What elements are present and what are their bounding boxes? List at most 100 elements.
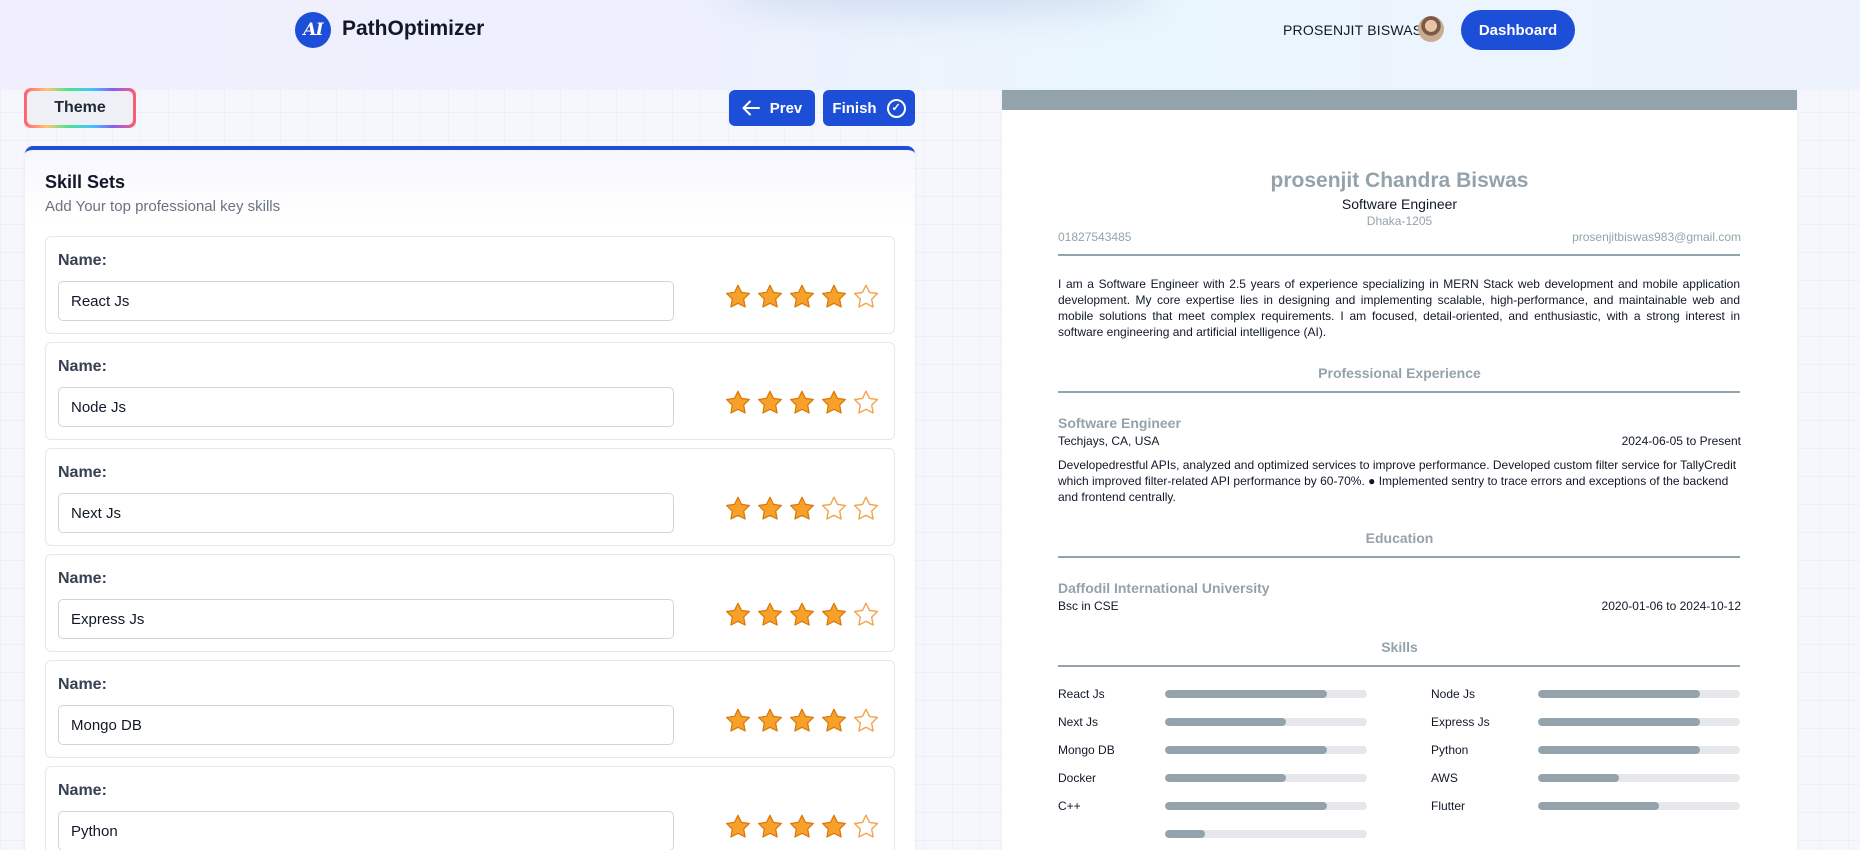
theme-button[interactable]: Theme: [24, 88, 136, 128]
resume-skill-name: Mongo DB: [1058, 743, 1115, 757]
star-filled-icon[interactable]: [724, 283, 752, 311]
education-dates: 2020-01-06 to 2024-10-12: [1601, 599, 1741, 613]
star-filled-icon[interactable]: [756, 813, 784, 841]
experience-company: Techjays, CA, USA: [1058, 434, 1160, 448]
resume-skill-bar-fill: [1538, 690, 1700, 698]
skill-name-label: Name:: [58, 358, 107, 375]
star-filled-icon[interactable]: [788, 601, 816, 629]
star-filled-icon[interactable]: [756, 283, 784, 311]
divider: [1058, 391, 1740, 393]
star-filled-icon[interactable]: [724, 389, 752, 417]
star-filled-icon[interactable]: [756, 601, 784, 629]
star-filled-icon[interactable]: [756, 389, 784, 417]
star-filled-icon[interactable]: [724, 495, 752, 523]
star-empty-icon[interactable]: [852, 601, 880, 629]
resume-skill: Mongo DB: [1058, 743, 1378, 757]
resume-skill: Node Js: [1431, 687, 1751, 701]
resume-skill-bar-fill: [1165, 746, 1327, 754]
user-name: PROSENJIT BISWAS: [1283, 22, 1423, 38]
star-filled-icon[interactable]: [724, 601, 752, 629]
card-title: Skill Sets: [45, 172, 126, 192]
resume-skill-bar: [1538, 690, 1740, 698]
skill-name-input[interactable]: [58, 811, 674, 850]
star-filled-icon[interactable]: [820, 601, 848, 629]
star-filled-icon[interactable]: [820, 283, 848, 311]
star-filled-icon[interactable]: [788, 283, 816, 311]
resume-header-bar: [1002, 90, 1797, 110]
star-rating: [724, 813, 880, 841]
star-filled-icon[interactable]: [724, 707, 752, 735]
resume-skill-name: Docker: [1058, 771, 1097, 785]
divider: [1058, 665, 1740, 667]
prev-button[interactable]: Prev: [729, 90, 815, 126]
education-heading: Education: [1365, 530, 1434, 546]
star-filled-icon[interactable]: [788, 813, 816, 841]
resume-skill-bar: [1538, 718, 1740, 726]
resume-skill-bar: [1165, 774, 1367, 782]
star-filled-icon[interactable]: [756, 495, 784, 523]
resume-skill-bar-fill: [1538, 774, 1619, 782]
skill-item: Name:: [45, 554, 895, 652]
star-filled-icon[interactable]: [724, 813, 752, 841]
star-filled-icon[interactable]: [788, 495, 816, 523]
avatar[interactable]: [1418, 16, 1444, 42]
resume-skill-bar: [1165, 830, 1367, 838]
star-filled-icon[interactable]: [788, 707, 816, 735]
experience-description: Developedrestful APIs, analyzed and opti…: [1058, 458, 1737, 504]
resume-skill: AWS: [1431, 771, 1751, 785]
star-empty-icon[interactable]: [852, 389, 880, 417]
brand-logo-icon[interactable]: AI: [295, 12, 331, 48]
dashboard-button[interactable]: Dashboard: [1461, 10, 1575, 50]
star-filled-icon[interactable]: [820, 813, 848, 841]
brand-name[interactable]: PathOptimizer: [342, 17, 484, 41]
skill-name-label: Name:: [58, 464, 107, 481]
education-degree: Bsc in CSE: [1058, 599, 1119, 613]
resume-skill: C++: [1058, 799, 1378, 813]
star-empty-icon[interactable]: [852, 813, 880, 841]
resume-skill-name: Next Js: [1058, 715, 1099, 729]
resume-skill-bar-fill: [1165, 690, 1327, 698]
skill-name-input[interactable]: [58, 493, 674, 533]
experience-heading: Professional Experience: [1318, 365, 1481, 381]
skill-name-input[interactable]: [58, 387, 674, 427]
resume-skill-bar: [1538, 774, 1740, 782]
resume-skill-bar: [1165, 746, 1367, 754]
resume-skill-bar-fill: [1538, 802, 1660, 810]
finish-button[interactable]: Finish ✓: [823, 90, 915, 126]
skill-name-input[interactable]: [58, 599, 674, 639]
star-empty-icon[interactable]: [820, 495, 848, 523]
resume-skill: Next Js: [1058, 715, 1378, 729]
skill-name-label: Name:: [58, 570, 107, 587]
star-filled-icon[interactable]: [756, 707, 784, 735]
skill-name-label: Name:: [58, 782, 107, 799]
resume-address: Dhaka-1205: [1366, 214, 1433, 228]
skills-heading: Skills: [1381, 639, 1418, 655]
resume-summary: I am a Software Engineer with 2.5 years …: [1058, 277, 1740, 339]
resume-skill-name: AWS: [1431, 771, 1458, 785]
theme-button-label: Theme: [27, 91, 133, 125]
star-filled-icon[interactable]: [788, 389, 816, 417]
resume-skill-name: Python: [1431, 743, 1469, 757]
resume-skill-bar-fill: [1165, 718, 1287, 726]
resume-preview: prosenjit Chandra Biswas Software Engine…: [1002, 90, 1797, 850]
resume-name: prosenjit Chandra Biswas: [1270, 169, 1529, 192]
star-filled-icon[interactable]: [820, 707, 848, 735]
skill-name-input[interactable]: [58, 705, 674, 745]
finish-button-label: Finish: [832, 99, 877, 117]
star-rating: [724, 389, 880, 417]
star-empty-icon[interactable]: [852, 707, 880, 735]
resume-skill-bar: [1165, 718, 1367, 726]
resume-skill-bar-fill: [1538, 746, 1700, 754]
star-rating: [724, 495, 880, 523]
star-filled-icon[interactable]: [820, 389, 848, 417]
resume-skill-bar-fill: [1538, 718, 1700, 726]
skill-item: Name:: [45, 448, 895, 546]
skill-name-input[interactable]: [58, 281, 674, 321]
experience-title: Software Engineer: [1058, 415, 1181, 431]
resume-skill-bar: [1165, 802, 1367, 810]
star-empty-icon[interactable]: [852, 283, 880, 311]
prev-button-label: Prev: [769, 99, 803, 117]
star-empty-icon[interactable]: [852, 495, 880, 523]
resume-skill-name: Node Js: [1431, 687, 1476, 701]
star-rating: [724, 283, 880, 311]
